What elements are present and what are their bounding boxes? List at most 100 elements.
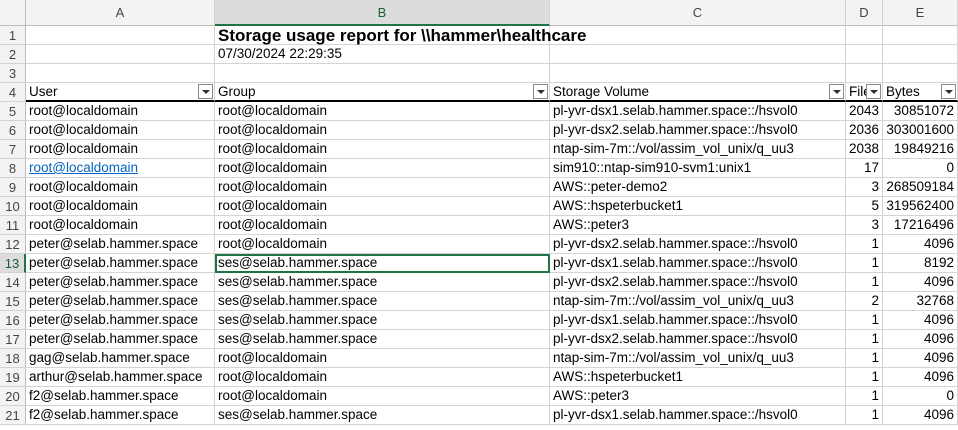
- table-header-bytes[interactable]: Bytes: [883, 83, 958, 102]
- table-cell-group[interactable]: root@localdomain: [215, 235, 550, 254]
- table-cell-volume[interactable]: pl-yvr-dsx1.selab.hammer.space::/hsvol0: [550, 102, 846, 121]
- cell-empty[interactable]: [846, 45, 883, 64]
- cell-empty[interactable]: [883, 26, 958, 45]
- table-cell-group[interactable]: root@localdomain: [215, 349, 550, 368]
- table-cell-files[interactable]: 1: [846, 273, 883, 292]
- table-cell-bytes[interactable]: 4096: [883, 330, 958, 349]
- table-cell-bytes[interactable]: 4096: [883, 311, 958, 330]
- cell-empty[interactable]: [550, 26, 846, 45]
- table-cell-files[interactable]: 1: [846, 387, 883, 406]
- row-header-7[interactable]: 7: [0, 140, 26, 159]
- cell-empty[interactable]: [26, 64, 215, 83]
- row-header-12[interactable]: 12: [0, 235, 26, 254]
- table-cell-files[interactable]: 1: [846, 254, 883, 273]
- table-cell-volume[interactable]: AWS::hspeterbucket1: [550, 368, 846, 387]
- table-cell-user[interactable]: peter@selab.hammer.space: [26, 273, 215, 292]
- column-header-c[interactable]: C: [550, 0, 846, 26]
- table-cell-files[interactable]: 1: [846, 349, 883, 368]
- table-cell-group[interactable]: ses@selab.hammer.space: [215, 406, 550, 425]
- table-cell-user[interactable]: f2@selab.hammer.space: [26, 406, 215, 425]
- table-cell-files[interactable]: 1: [846, 235, 883, 254]
- table-cell-group[interactable]: ses@selab.hammer.space: [215, 292, 550, 311]
- table-cell-bytes[interactable]: 319562400: [883, 197, 958, 216]
- table-cell-user[interactable]: root@localdomain: [26, 178, 215, 197]
- table-cell-group[interactable]: root@localdomain: [215, 140, 550, 159]
- table-cell-user[interactable]: root@localdomain: [26, 102, 215, 121]
- table-cell-bytes[interactable]: 0: [883, 387, 958, 406]
- row-header-20[interactable]: 20: [0, 387, 26, 406]
- row-header-11[interactable]: 11: [0, 216, 26, 235]
- row-header-1[interactable]: 1: [0, 26, 26, 45]
- table-cell-group[interactable]: root@localdomain: [215, 178, 550, 197]
- table-cell-files[interactable]: 2: [846, 292, 883, 311]
- table-header-files[interactable]: Files: [846, 83, 883, 102]
- filter-dropdown-icon[interactable]: [829, 84, 844, 99]
- table-header-volume[interactable]: Storage Volume: [550, 83, 846, 102]
- table-cell-bytes[interactable]: 4096: [883, 235, 958, 254]
- table-cell-bytes[interactable]: 17216496: [883, 216, 958, 235]
- table-cell-group[interactable]: root@localdomain: [215, 368, 550, 387]
- table-cell-bytes[interactable]: 0: [883, 159, 958, 178]
- table-cell-volume[interactable]: pl-yvr-dsx2.selab.hammer.space::/hsvol0: [550, 273, 846, 292]
- cell-empty[interactable]: [846, 26, 883, 45]
- row-header-8[interactable]: 8: [0, 159, 26, 178]
- table-cell-volume[interactable]: pl-yvr-dsx2.selab.hammer.space::/hsvol0: [550, 235, 846, 254]
- table-cell-volume[interactable]: AWS::peter3: [550, 216, 846, 235]
- table-cell-bytes[interactable]: 4096: [883, 273, 958, 292]
- table-cell-bytes[interactable]: 32768: [883, 292, 958, 311]
- cell-empty[interactable]: [883, 45, 958, 64]
- table-cell-files[interactable]: 1: [846, 330, 883, 349]
- table-cell-bytes[interactable]: 268509184: [883, 178, 958, 197]
- table-cell-group[interactable]: ses@selab.hammer.space: [215, 330, 550, 349]
- table-cell-bytes[interactable]: 4096: [883, 368, 958, 387]
- table-cell-files[interactable]: 5: [846, 197, 883, 216]
- table-cell-bytes[interactable]: 4096: [883, 349, 958, 368]
- row-header-5[interactable]: 5: [0, 102, 26, 121]
- table-cell-group[interactable]: root@localdomain: [215, 387, 550, 406]
- table-cell-volume[interactable]: pl-yvr-dsx1.selab.hammer.space::/hsvol0: [550, 311, 846, 330]
- row-header-18[interactable]: 18: [0, 349, 26, 368]
- table-cell-user-link[interactable]: root@localdomain: [26, 159, 215, 178]
- cell-empty[interactable]: [846, 64, 883, 83]
- table-cell-files[interactable]: 3: [846, 178, 883, 197]
- table-cell-volume[interactable]: pl-yvr-dsx1.selab.hammer.space::/hsvol0: [550, 254, 846, 273]
- table-cell-user[interactable]: peter@selab.hammer.space: [26, 254, 215, 273]
- column-header-a[interactable]: A: [26, 0, 215, 26]
- table-cell-volume[interactable]: ntap-sim-7m::/vol/assim_vol_unix/q_uu3: [550, 292, 846, 311]
- filter-dropdown-icon[interactable]: [533, 84, 548, 99]
- row-header-2[interactable]: 2: [0, 45, 26, 64]
- row-header-6[interactable]: 6: [0, 121, 26, 140]
- table-cell-files[interactable]: 3: [846, 216, 883, 235]
- table-cell-user[interactable]: f2@selab.hammer.space: [26, 387, 215, 406]
- table-cell-user[interactable]: peter@selab.hammer.space: [26, 235, 215, 254]
- table-cell-user[interactable]: peter@selab.hammer.space: [26, 311, 215, 330]
- table-cell-user[interactable]: peter@selab.hammer.space: [26, 330, 215, 349]
- row-header-21[interactable]: 21: [0, 406, 26, 425]
- table-cell-files[interactable]: 2038: [846, 140, 883, 159]
- table-cell-bytes[interactable]: 303001600: [883, 121, 958, 140]
- select-all-corner[interactable]: [0, 0, 26, 26]
- row-header-19[interactable]: 19: [0, 368, 26, 387]
- report-title[interactable]: Storage usage report for \\hammer\health…: [215, 26, 586, 45]
- table-cell-group[interactable]: root@localdomain: [215, 121, 550, 140]
- row-header-3[interactable]: 3: [0, 64, 26, 83]
- table-cell-files[interactable]: 2043: [846, 102, 883, 121]
- report-timestamp[interactable]: 07/30/2024 22:29:35: [215, 45, 550, 64]
- table-cell-group[interactable]: ses@selab.hammer.space: [215, 311, 550, 330]
- cell-empty[interactable]: [26, 45, 215, 64]
- row-header-16[interactable]: 16: [0, 311, 26, 330]
- filter-dropdown-icon[interactable]: [866, 84, 881, 99]
- table-cell-bytes[interactable]: 19849216: [883, 140, 958, 159]
- table-cell-user[interactable]: gag@selab.hammer.space: [26, 349, 215, 368]
- table-cell-files[interactable]: 2036: [846, 121, 883, 140]
- table-cell-volume[interactable]: AWS::peter-demo2: [550, 178, 846, 197]
- row-header-10[interactable]: 10: [0, 197, 26, 216]
- table-cell-volume[interactable]: pl-yvr-dsx2.selab.hammer.space::/hsvol0: [550, 330, 846, 349]
- table-cell-files[interactable]: 1: [846, 311, 883, 330]
- table-cell-user[interactable]: root@localdomain: [26, 140, 215, 159]
- table-cell-bytes[interactable]: 4096: [883, 406, 958, 425]
- table-cell-volume[interactable]: AWS::hspeterbucket1: [550, 197, 846, 216]
- cell-empty[interactable]: [883, 64, 958, 83]
- filter-dropdown-icon[interactable]: [198, 84, 213, 99]
- table-cell-files[interactable]: 1: [846, 406, 883, 425]
